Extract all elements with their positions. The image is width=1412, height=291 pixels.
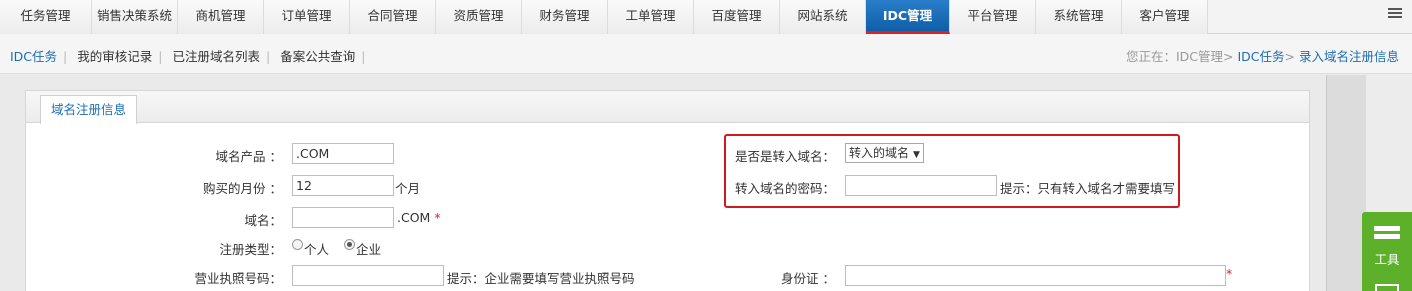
tab-task-management[interactable]: 任务管理 xyxy=(0,0,92,34)
breadcrumb: 您正在：IDC管理> IDC任务> 录入域名注册信息 xyxy=(1126,46,1399,65)
domain-label: 域名： xyxy=(244,213,282,228)
link-my-review-records[interactable]: 我的审核记录 xyxy=(77,49,158,64)
product-input[interactable] xyxy=(292,143,394,164)
right-scroll-strip xyxy=(1326,75,1366,291)
id-required-mark: * xyxy=(1226,266,1233,281)
link-idc-tasks[interactable]: IDC任务 xyxy=(10,49,63,64)
panel-header: 域名注册信息 xyxy=(26,91,1309,124)
tab-platform[interactable]: 平台管理 xyxy=(950,0,1036,34)
tool-widget[interactable]: 工具 xyxy=(1362,212,1412,291)
breadcrumb-sep: > xyxy=(1284,49,1296,64)
breadcrumb-current[interactable]: 录入域名注册信息 xyxy=(1299,49,1399,64)
license-label: 营业执照号码： xyxy=(194,271,282,286)
domain-input[interactable] xyxy=(292,207,394,228)
tab-system[interactable]: 系统管理 xyxy=(1036,0,1122,34)
tab-orders[interactable]: 订单管理 xyxy=(264,0,350,34)
tool-label: 工具 xyxy=(1374,252,1400,267)
tab-domain-registration-info[interactable]: 域名注册信息 xyxy=(40,95,138,124)
transfer-highlight-box xyxy=(724,134,1180,208)
tab-sales-decision[interactable]: 销售决策系统 xyxy=(92,0,178,34)
tab-baidu[interactable]: 百度管理 xyxy=(694,0,780,34)
tab-customers[interactable]: 客户管理 xyxy=(1122,0,1208,34)
radio-enterprise-label: 企业 xyxy=(356,242,382,257)
toolbox-icon xyxy=(1374,226,1400,246)
tab-website-system[interactable]: 网站系统 xyxy=(780,0,866,34)
domain-suffix-text: .COM xyxy=(397,210,431,225)
breadcrumb-idc-tasks[interactable]: IDC任务 xyxy=(1238,49,1285,64)
months-label: 购买的月份 ： xyxy=(203,181,282,196)
radio-personal-label: 个人 xyxy=(304,242,330,257)
months-unit: 个月 xyxy=(395,181,421,196)
sub-navigation: IDC任务 | 我的审核记录 | 已注册域名列表 | 备案公共查询 | 您正在：IDC管… xyxy=(0,34,1412,74)
tab-opportunity[interactable]: 商机管理 xyxy=(178,0,264,34)
breadcrumb-prefix: 您正在：IDC管理> xyxy=(1126,49,1234,64)
radio-enterprise[interactable] xyxy=(344,239,355,250)
id-card-label: 身份证 ： xyxy=(781,271,835,286)
tab-idc-management[interactable]: IDC管理 xyxy=(866,0,950,34)
link-registered-domains[interactable]: 已注册域名列表 xyxy=(172,49,266,64)
id-card-input[interactable] xyxy=(845,265,1226,286)
tab-contracts[interactable]: 合同管理 xyxy=(350,0,436,34)
product-label: 域名产品 ： xyxy=(215,149,282,164)
tab-finance[interactable]: 财务管理 xyxy=(522,0,608,34)
menu-icon[interactable] xyxy=(1388,8,1402,22)
radio-personal[interactable] xyxy=(292,239,303,250)
months-input[interactable] xyxy=(292,175,394,196)
mail-icon[interactable] xyxy=(1375,284,1399,291)
tab-qualification[interactable]: 资质管理 xyxy=(436,0,522,34)
link-filing-query[interactable]: 备案公共查询 xyxy=(280,49,361,64)
tab-work-orders[interactable]: 工单管理 xyxy=(608,0,694,34)
top-navigation: 任务管理 销售决策系统 商机管理 订单管理 合同管理 资质管理 财务管理 工单管… xyxy=(0,0,1412,34)
domain-suffix: .COM * xyxy=(397,210,441,225)
sub-nav-links: IDC任务 | 我的审核记录 | 已注册域名列表 | 备案公共查询 | xyxy=(10,49,366,64)
license-hint: 提示：企业需要填写营业执照号码 xyxy=(447,271,635,286)
reg-type-label: 注册类型： xyxy=(219,242,282,257)
license-input[interactable] xyxy=(292,265,444,286)
required-mark: * xyxy=(434,210,441,225)
